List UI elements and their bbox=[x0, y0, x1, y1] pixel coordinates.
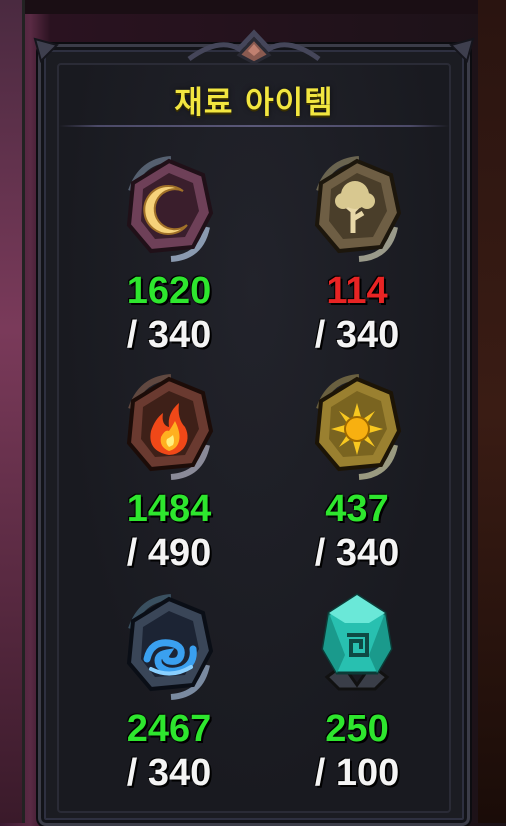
water-stone-icon bbox=[126, 594, 214, 700]
material-items-panel: 재료 아이템 1620 / 340 114 / 340 1484 / 490 4… bbox=[33, 29, 475, 826]
item-quantity: 250 bbox=[325, 708, 389, 750]
item-required: / 340 bbox=[314, 314, 400, 356]
corner-ornament-icon bbox=[33, 37, 59, 63]
material-item-moon[interactable]: 1620 / 340 bbox=[69, 151, 269, 371]
material-item-sun[interactable]: 437 / 340 bbox=[257, 369, 457, 589]
item-quantity: 1620 bbox=[126, 270, 212, 312]
fire-stone-icon bbox=[126, 374, 214, 480]
top-ornament-icon bbox=[187, 29, 321, 65]
moon-stone-icon bbox=[126, 156, 214, 262]
item-required: / 340 bbox=[314, 532, 400, 574]
item-quantity: 114 bbox=[326, 270, 388, 312]
material-item-tree[interactable]: 114 / 340 bbox=[257, 151, 457, 371]
item-quantity: 2467 bbox=[126, 708, 212, 750]
item-required: / 100 bbox=[314, 752, 400, 794]
background-top bbox=[0, 0, 506, 14]
material-item-crystal[interactable]: 250 / 100 bbox=[257, 589, 457, 809]
item-required: / 340 bbox=[126, 314, 212, 356]
title-divider bbox=[59, 125, 449, 127]
background-left-panel bbox=[0, 0, 25, 823]
material-item-water[interactable]: 2467 / 340 bbox=[69, 589, 269, 809]
item-required: / 340 bbox=[126, 752, 212, 794]
background-right-panel bbox=[478, 0, 506, 823]
material-item-fire[interactable]: 1484 / 490 bbox=[69, 369, 269, 589]
sun-stone-icon bbox=[314, 374, 402, 480]
tree-stone-icon bbox=[314, 156, 402, 262]
item-quantity: 1484 bbox=[126, 488, 212, 530]
item-required: / 490 bbox=[126, 532, 212, 574]
item-quantity: 437 bbox=[325, 488, 389, 530]
rune-crystal-icon bbox=[321, 593, 393, 691]
corner-ornament-icon bbox=[449, 37, 475, 63]
panel-title: 재료 아이템 bbox=[174, 85, 334, 121]
